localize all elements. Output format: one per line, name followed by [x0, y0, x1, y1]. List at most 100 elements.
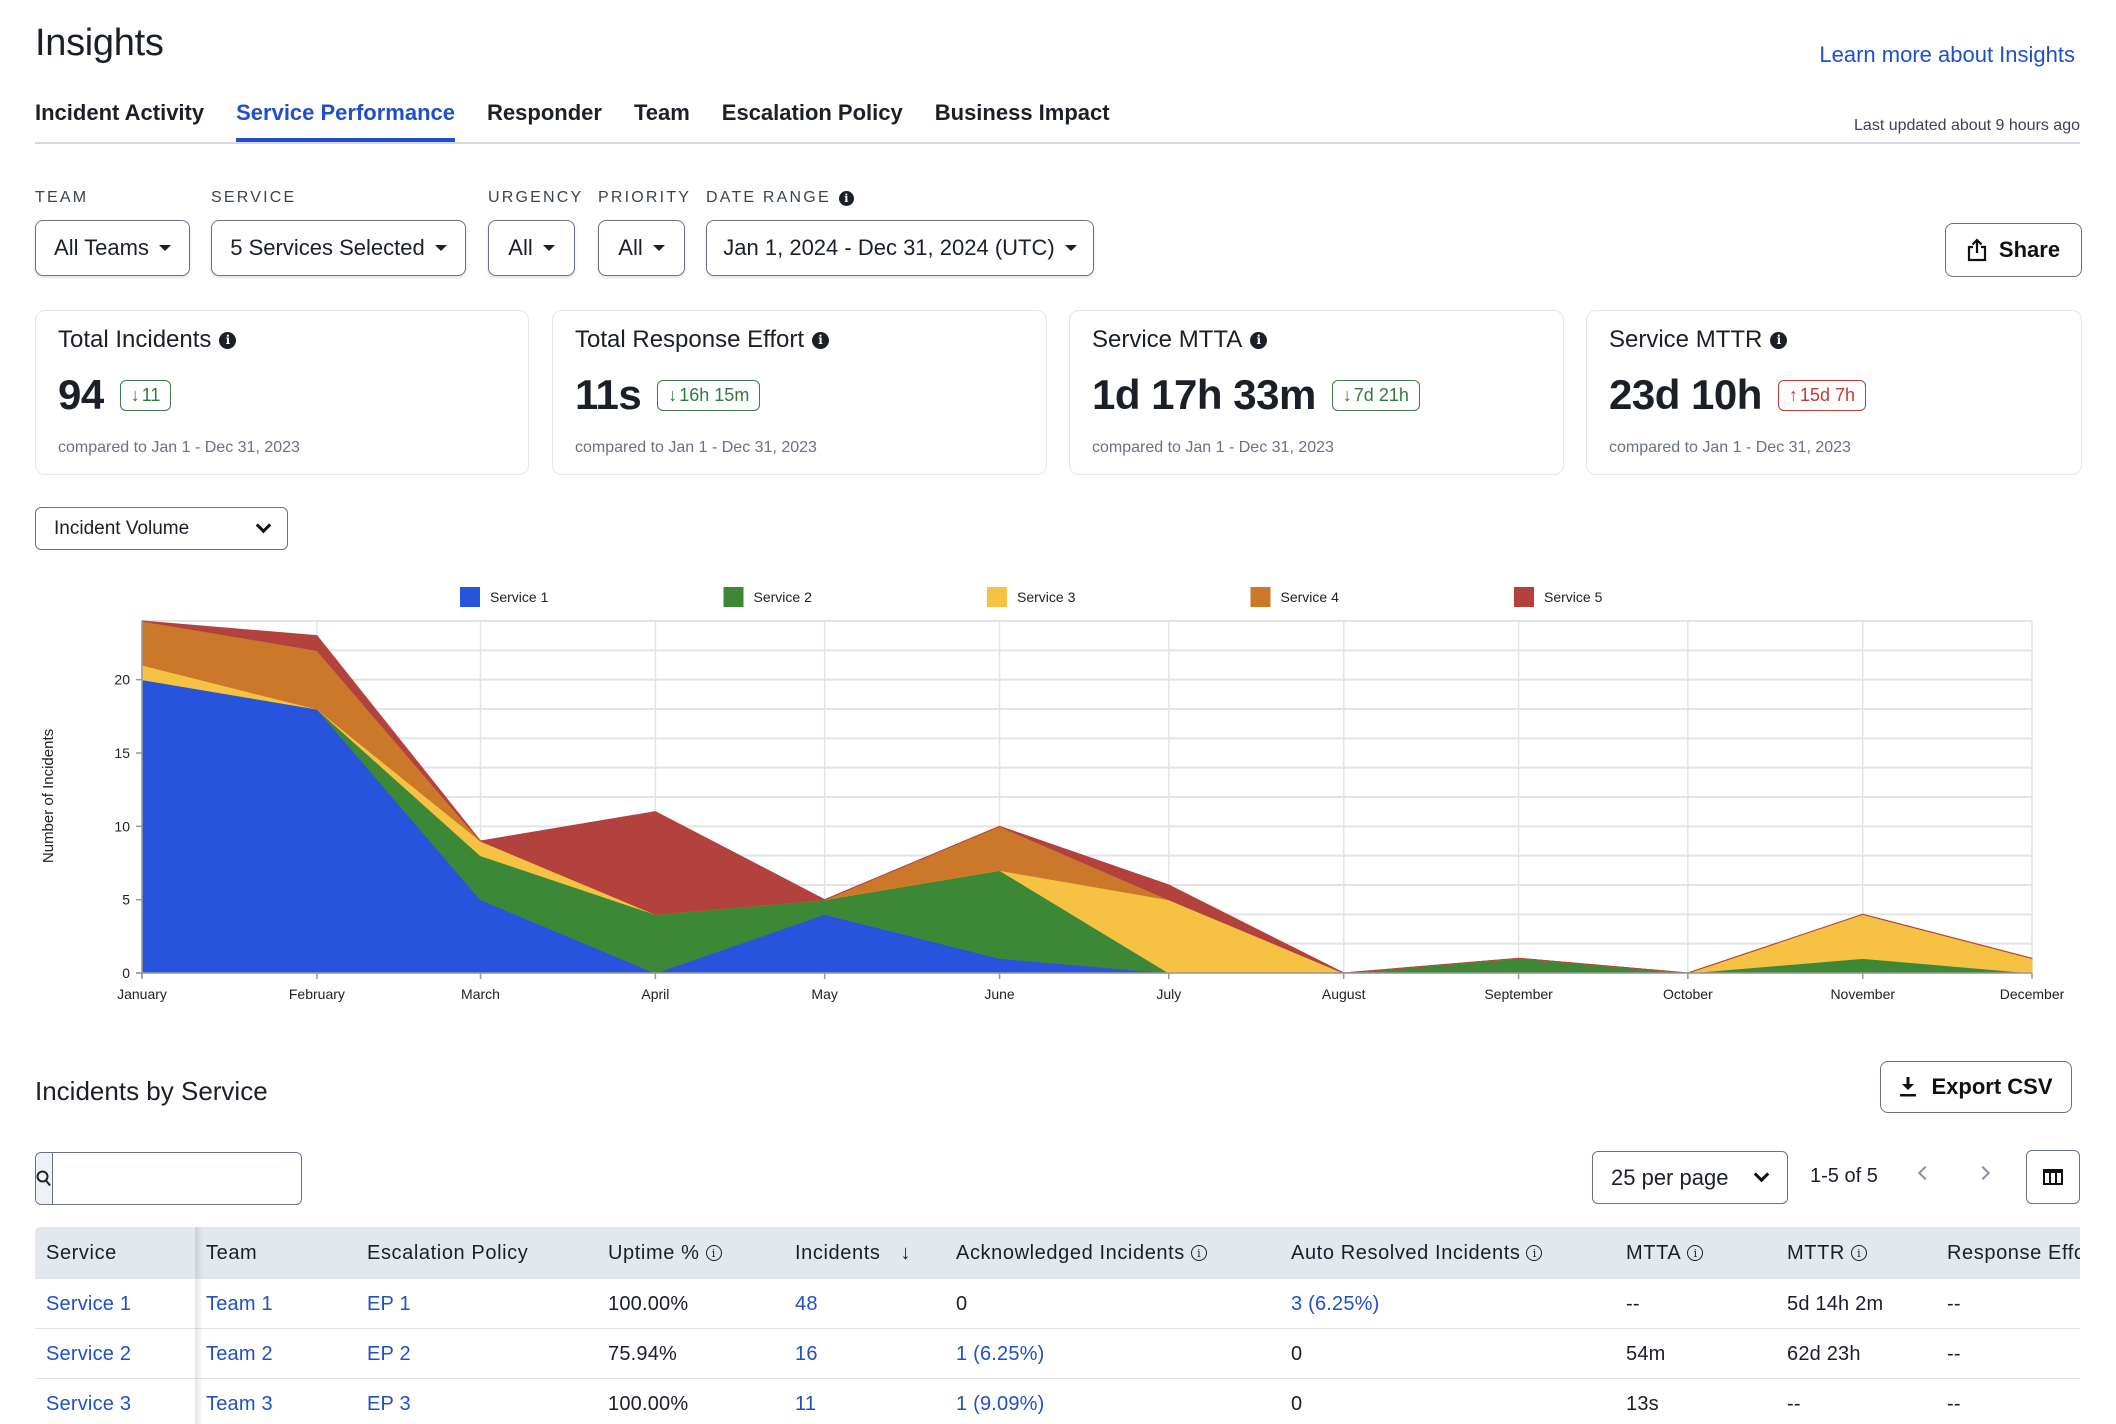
acknowledged-link[interactable]: 1 (9.09%)	[956, 1379, 1045, 1424]
column-header-mttr[interactable]: MTTR i	[1787, 1227, 1867, 1279]
column-header-uptime[interactable]: Uptime % i	[608, 1227, 722, 1279]
team-filter-label: TEAM	[35, 189, 88, 207]
x-tick-label: October	[1663, 986, 1713, 1002]
column-header-acknowledged[interactable]: Acknowledged Incidents i	[956, 1227, 1207, 1279]
search-input[interactable]	[53, 1153, 301, 1204]
escalation-policy-link[interactable]: EP 1	[367, 1279, 411, 1329]
incidents-link[interactable]: 48	[795, 1279, 818, 1329]
y-tick-label: 20	[114, 672, 130, 688]
card-comparison: compared to Jan 1 - Dec 31, 2023	[58, 439, 300, 456]
tab-business-impact[interactable]: Business Impact	[935, 100, 1110, 143]
info-icon[interactable]: i	[219, 331, 237, 349]
share-label: Share	[1998, 237, 2061, 262]
share-button[interactable]: Share	[1945, 223, 2082, 277]
info-icon[interactable]: i	[1250, 331, 1268, 349]
learn-more-link[interactable]: Learn more about Insights	[1819, 42, 2075, 68]
table-row: Service 3 Team 3 EP 3 100.00% 11 1 (9.09…	[35, 1379, 2080, 1424]
team-link[interactable]: Team 3	[206, 1379, 273, 1424]
info-icon[interactable]: i	[705, 1245, 722, 1261]
info-icon[interactable]: i	[1770, 331, 1788, 349]
search-icon	[36, 1170, 51, 1186]
delta-value: 7d 21h	[1353, 384, 1409, 405]
legend-swatch	[1250, 587, 1271, 607]
team-link[interactable]: Team 1	[206, 1279, 273, 1329]
team-dropdown[interactable]: All Teams	[35, 220, 190, 276]
service-link[interactable]: Service 2	[46, 1329, 131, 1379]
column-header-escalation-policy[interactable]: Escalation Policy	[367, 1227, 528, 1279]
card-title: Service MTTR i	[1609, 326, 1788, 354]
service-link[interactable]: Service 3	[46, 1379, 131, 1424]
column-header-mtta[interactable]: MTTA i	[1626, 1227, 1704, 1279]
legend-label: Service 5	[1544, 589, 1603, 605]
column-header-incidents[interactable]: Incidents ↓	[795, 1227, 911, 1279]
next-page-button[interactable]	[1970, 1160, 1996, 1186]
incidents-link[interactable]: 11	[795, 1379, 816, 1424]
team-link[interactable]: Team 2	[206, 1329, 273, 1379]
chevron-down-icon	[255, 517, 272, 534]
previous-page-button[interactable]	[1912, 1160, 1938, 1186]
column-header-response-effort[interactable]: Response Effo	[1947, 1227, 2080, 1279]
tab-escalation-policy[interactable]: Escalation Policy	[722, 100, 903, 143]
urgency-filter-label: URGENCY	[488, 189, 583, 207]
escalation-policy-link[interactable]: EP 3	[367, 1379, 411, 1424]
info-icon[interactable]: i	[1526, 1245, 1543, 1261]
column-label: MTTA	[1626, 1241, 1682, 1264]
export-csv-button[interactable]: Export CSV	[1880, 1061, 2072, 1113]
date-range-dropdown[interactable]: Jan 1, 2024 - Dec 31, 2024 (UTC)	[706, 220, 1094, 276]
info-icon[interactable]: i	[812, 331, 830, 349]
per-page-select[interactable]: 25 per page	[1592, 1151, 1788, 1204]
chart-legend: Service 1 Service 2 Service 3 Service 4 Serv…	[460, 587, 1603, 607]
caret-down-icon	[158, 245, 171, 251]
column-label: Auto Resolved Incidents	[1291, 1241, 1521, 1264]
priority-dropdown-value: All	[618, 235, 643, 260]
y-tick-label: 5	[122, 892, 130, 908]
mttr-cell: 62d 23h	[1787, 1342, 1861, 1365]
chart-metric-select[interactable]: Incident Volume	[35, 507, 288, 550]
auto-resolved-link[interactable]: 3 (6.25%)	[1291, 1279, 1380, 1329]
service-dropdown[interactable]: 5 Services Selected	[211, 220, 466, 276]
column-label: MTTR	[1787, 1241, 1845, 1264]
column-header-service[interactable]: Service	[46, 1227, 117, 1279]
column-header-team[interactable]: Team	[206, 1227, 257, 1279]
card-comparison: compared to Jan 1 - Dec 31, 2023	[1092, 439, 1334, 456]
info-icon[interactable]: i	[1687, 1245, 1704, 1261]
arrow-down-icon: ↓	[1342, 384, 1352, 405]
card-value-text: 11s	[575, 371, 642, 418]
service-link[interactable]: Service 1	[46, 1279, 131, 1329]
column-label: Team	[206, 1241, 258, 1264]
last-updated-text: Last updated about 9 hours ago	[1854, 117, 2080, 134]
column-label: Response Effo	[1947, 1241, 2080, 1264]
column-settings-button[interactable]	[2026, 1150, 2080, 1204]
chevron-left-icon	[1917, 1165, 1933, 1181]
x-tick-label: February	[289, 986, 345, 1002]
y-tick-label: 0	[122, 965, 130, 981]
acknowledged-link[interactable]: 1 (6.25%)	[956, 1329, 1045, 1379]
incident-volume-chart: Service 1 Service 2 Service 3 Service 4 Serv…	[0, 570, 2116, 1020]
priority-dropdown[interactable]: All	[598, 220, 685, 276]
legend-swatch	[987, 587, 1007, 607]
info-icon[interactable]: i	[838, 190, 854, 206]
incidents-link[interactable]: 16	[795, 1329, 818, 1379]
tab-responder[interactable]: Responder	[487, 100, 602, 143]
tab-team[interactable]: Team	[634, 100, 690, 143]
info-icon[interactable]: i	[1850, 1245, 1867, 1261]
service-label-text: SERVICE	[211, 189, 297, 206]
search-addon	[36, 1153, 53, 1204]
x-tick-label: April	[641, 986, 669, 1002]
columns-icon	[2043, 1169, 2063, 1185]
urgency-label-text: URGENCY	[488, 189, 584, 206]
card-title: Service MTTA i	[1092, 326, 1268, 354]
tab-incident-activity[interactable]: Incident Activity	[35, 100, 204, 143]
urgency-dropdown[interactable]: All	[488, 220, 575, 276]
info-icon[interactable]: i	[1190, 1245, 1207, 1261]
column-header-auto-resolved[interactable]: Auto Resolved Incidents i	[1291, 1227, 1543, 1279]
escalation-policy-link[interactable]: EP 2	[367, 1329, 411, 1379]
total-incidents-card: Total Incidents i 94 ↓ 11 compared to Jan …	[35, 310, 529, 475]
urgency-dropdown-value: All	[508, 235, 533, 260]
page-title: Insights	[35, 22, 164, 64]
card-comparison: compared to Jan 1 - Dec 31, 2023	[575, 439, 817, 456]
table-row: Service 2 Team 2 EP 2 75.94% 16 1 (6.25%…	[35, 1329, 2080, 1379]
delta-value: 16h 15m	[679, 384, 750, 405]
card-value-text: 94	[58, 371, 104, 418]
tab-service-performance[interactable]: Service Performance	[236, 100, 455, 143]
